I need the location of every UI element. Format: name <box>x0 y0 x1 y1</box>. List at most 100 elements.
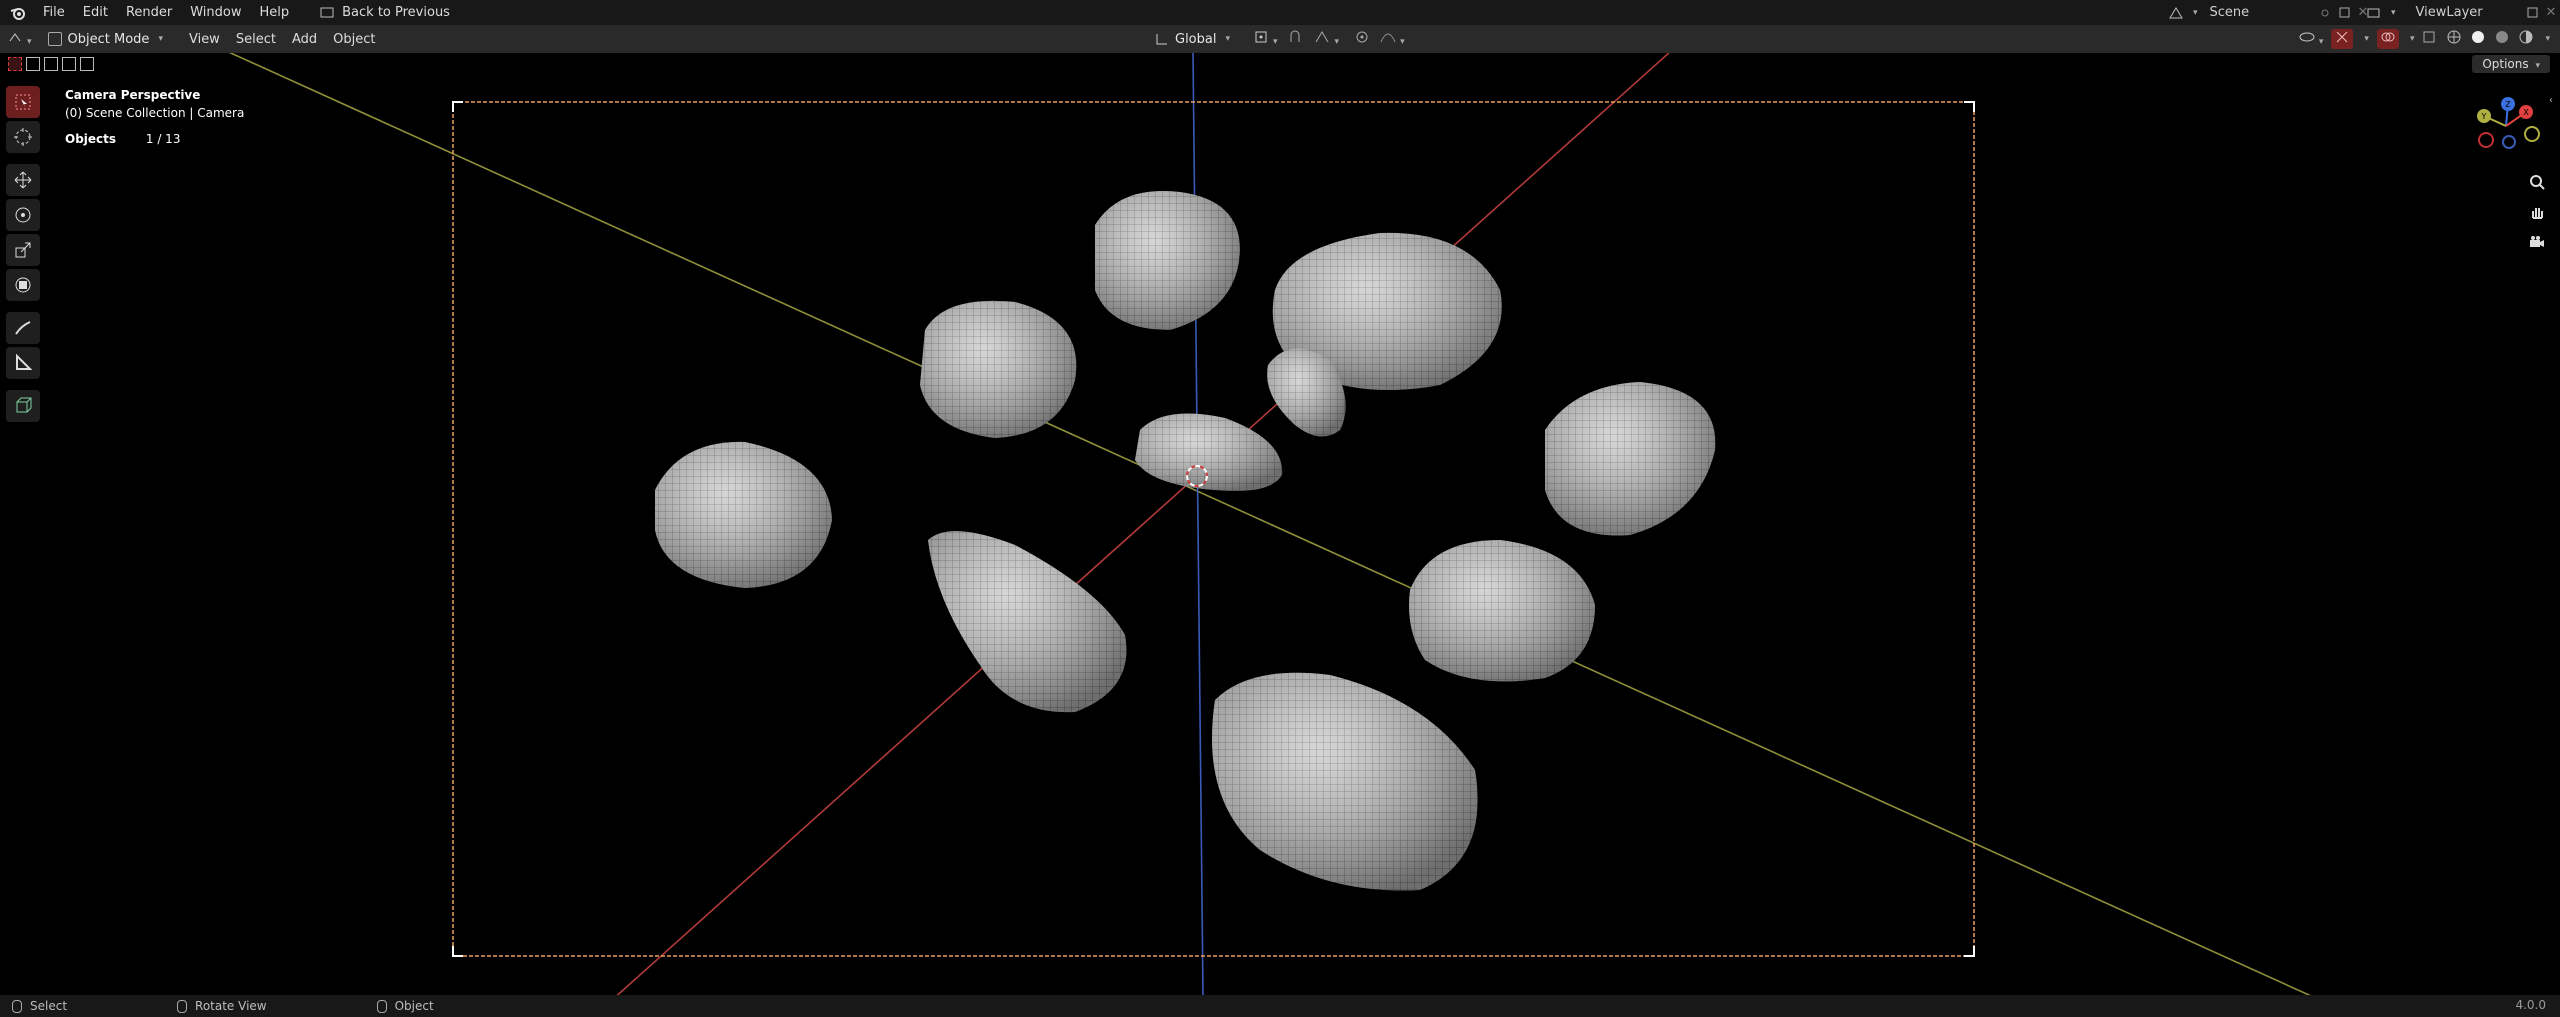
left-toolbar <box>6 86 44 425</box>
rock-8[interactable] <box>928 531 1127 713</box>
view-layer-icon <box>2367 8 2380 17</box>
svg-text:Y: Y <box>2481 112 2487 121</box>
viewport-header: ▾ Object Mode ▾ View Select Add Object G… <box>0 25 2560 53</box>
annotate-icon <box>15 321 31 335</box>
rock-9[interactable] <box>1409 540 1595 682</box>
back-to-previous-button[interactable]: Back to Previous <box>312 5 458 20</box>
menu-render[interactable]: Render <box>117 0 181 25</box>
select-new-icon[interactable] <box>8 57 22 71</box>
rotate-icon <box>15 207 31 223</box>
move-icon <box>14 171 32 189</box>
gizmo-toggle-icon[interactable] <box>2331 29 2354 49</box>
orientation-dropdown[interactable]: Global ▾ <box>1155 32 1230 47</box>
y-axis-line <box>228 53 2311 995</box>
cursor-tool[interactable] <box>6 121 40 153</box>
rock-5[interactable] <box>1135 413 1283 491</box>
mode-dropdown[interactable]: Object Mode ▾ <box>40 32 171 47</box>
select-extend-icon[interactable] <box>26 57 40 71</box>
rotate-tool[interactable] <box>6 199 40 231</box>
status-rotate-label: Rotate View <box>195 999 267 1013</box>
proportional-edit-icon[interactable] <box>1355 30 1369 48</box>
select-subtract-icon[interactable] <box>44 57 58 71</box>
status-select-label: Select <box>30 999 68 1013</box>
mouse-middle-icon <box>177 999 188 1013</box>
version-label: 4.0.0 <box>2515 998 2546 1012</box>
scene-name[interactable]: Scene <box>2203 5 2304 20</box>
transform-icon <box>15 277 31 293</box>
material-shading-icon[interactable] <box>2494 29 2510 49</box>
rendered-shading-icon[interactable] <box>2518 29 2534 49</box>
zoom-icon[interactable] <box>2524 169 2550 195</box>
3d-viewport[interactable]: Z X Y ‹ <box>0 53 2560 995</box>
back-to-previous-label: Back to Previous <box>342 5 450 20</box>
visibility-icon[interactable]: ▾ <box>2298 30 2323 48</box>
objects-stats: Objects 1 / 13 <box>65 132 206 146</box>
add-cube-icon <box>16 397 32 413</box>
move-tool[interactable] <box>6 164 40 196</box>
select-intersect-icon[interactable] <box>80 57 94 71</box>
duplicate-icon[interactable] <box>2338 6 2352 20</box>
rock-6[interactable] <box>1545 382 1716 536</box>
falloff-icon[interactable]: ▾ <box>1379 30 1405 48</box>
pin-icon[interactable] <box>2318 6 2332 20</box>
solid-shading-icon[interactable] <box>2470 29 2486 49</box>
duplicate-layer-icon[interactable] <box>2526 6 2540 20</box>
select-invert-icon[interactable] <box>62 57 76 71</box>
menu-select[interactable]: Select <box>228 32 284 47</box>
scene-icon <box>2169 6 2183 18</box>
navigation-gizmo[interactable]: Z X Y <box>2470 96 2540 166</box>
menu-edit[interactable]: Edit <box>74 0 117 25</box>
shading-options-icon[interactable]: ▾ <box>2545 34 2550 44</box>
xray-toggle-icon[interactable] <box>2422 30 2438 48</box>
measure-icon <box>16 353 33 370</box>
editor-type-button[interactable]: ▾ <box>0 30 40 48</box>
rock-3[interactable] <box>920 300 1077 438</box>
menu-add[interactable]: Add <box>284 32 325 47</box>
options-dropdown[interactable]: Options ▾ <box>2472 55 2550 73</box>
scale-tool[interactable] <box>6 234 40 266</box>
screen-icon <box>320 7 334 17</box>
overlay-toggle-icon[interactable] <box>2376 29 2399 49</box>
status-object: Object <box>376 999 434 1013</box>
rock-1[interactable] <box>1095 190 1240 330</box>
menu-object[interactable]: Object <box>325 32 383 47</box>
orientation-label: Global <box>1175 31 1217 47</box>
viewport-info: Camera Perspective (0) Scene Collection … <box>65 86 244 122</box>
scale-icon <box>15 242 31 258</box>
menu-view[interactable]: View <box>181 32 228 47</box>
camera-view-icon[interactable] <box>2524 229 2550 255</box>
status-bar: Select Rotate View Object 4.0.0 <box>0 995 2560 1017</box>
add-cube-tool[interactable] <box>6 390 40 422</box>
options-label: Options <box>2482 57 2529 71</box>
tool-settings-bar: Options ▾ <box>0 53 2560 75</box>
menu-help[interactable]: Help <box>251 0 299 25</box>
svg-text:Z: Z <box>2505 100 2511 109</box>
measure-tool[interactable] <box>6 347 40 379</box>
status-object-label: Object <box>394 999 434 1013</box>
transform-tool[interactable] <box>6 269 40 301</box>
status-rotate: Rotate View <box>177 999 267 1013</box>
rock-10[interactable] <box>1212 672 1478 891</box>
viewport-scene <box>228 53 2311 995</box>
editor-type-icon <box>9 33 21 42</box>
snap-toggle-icon[interactable] <box>1288 30 1304 48</box>
wireframe-shading-icon[interactable] <box>2446 29 2462 49</box>
menu-file[interactable]: File <box>34 0 74 25</box>
sidebar-toggle-icon[interactable]: ‹ <box>2549 95 2553 106</box>
scene-selector[interactable]: ▾ Scene ✕ <box>2168 0 2368 25</box>
rock-7[interactable] <box>655 441 832 588</box>
pivot-point-icon[interactable]: ▾ <box>1254 30 1278 48</box>
close-layer-icon[interactable]: ✕ <box>2546 5 2557 20</box>
z-axis-line <box>1192 53 1204 995</box>
menu-window[interactable]: Window <box>181 0 250 25</box>
snap-target-icon[interactable]: ▾ <box>1314 30 1339 48</box>
cursor-icon <box>14 128 32 146</box>
view-layer-selector[interactable]: ▾ ViewLayer ✕ <box>2366 0 2556 25</box>
annotate-tool[interactable] <box>6 312 40 344</box>
select-box-tool[interactable] <box>6 86 40 118</box>
hand-pan-icon[interactable] <box>2524 199 2550 225</box>
blender-logo-icon[interactable] <box>10 5 26 21</box>
mouse-left-icon <box>12 999 22 1013</box>
view-layer-name[interactable]: ViewLayer <box>2409 5 2520 20</box>
select-box-icon <box>15 94 31 110</box>
